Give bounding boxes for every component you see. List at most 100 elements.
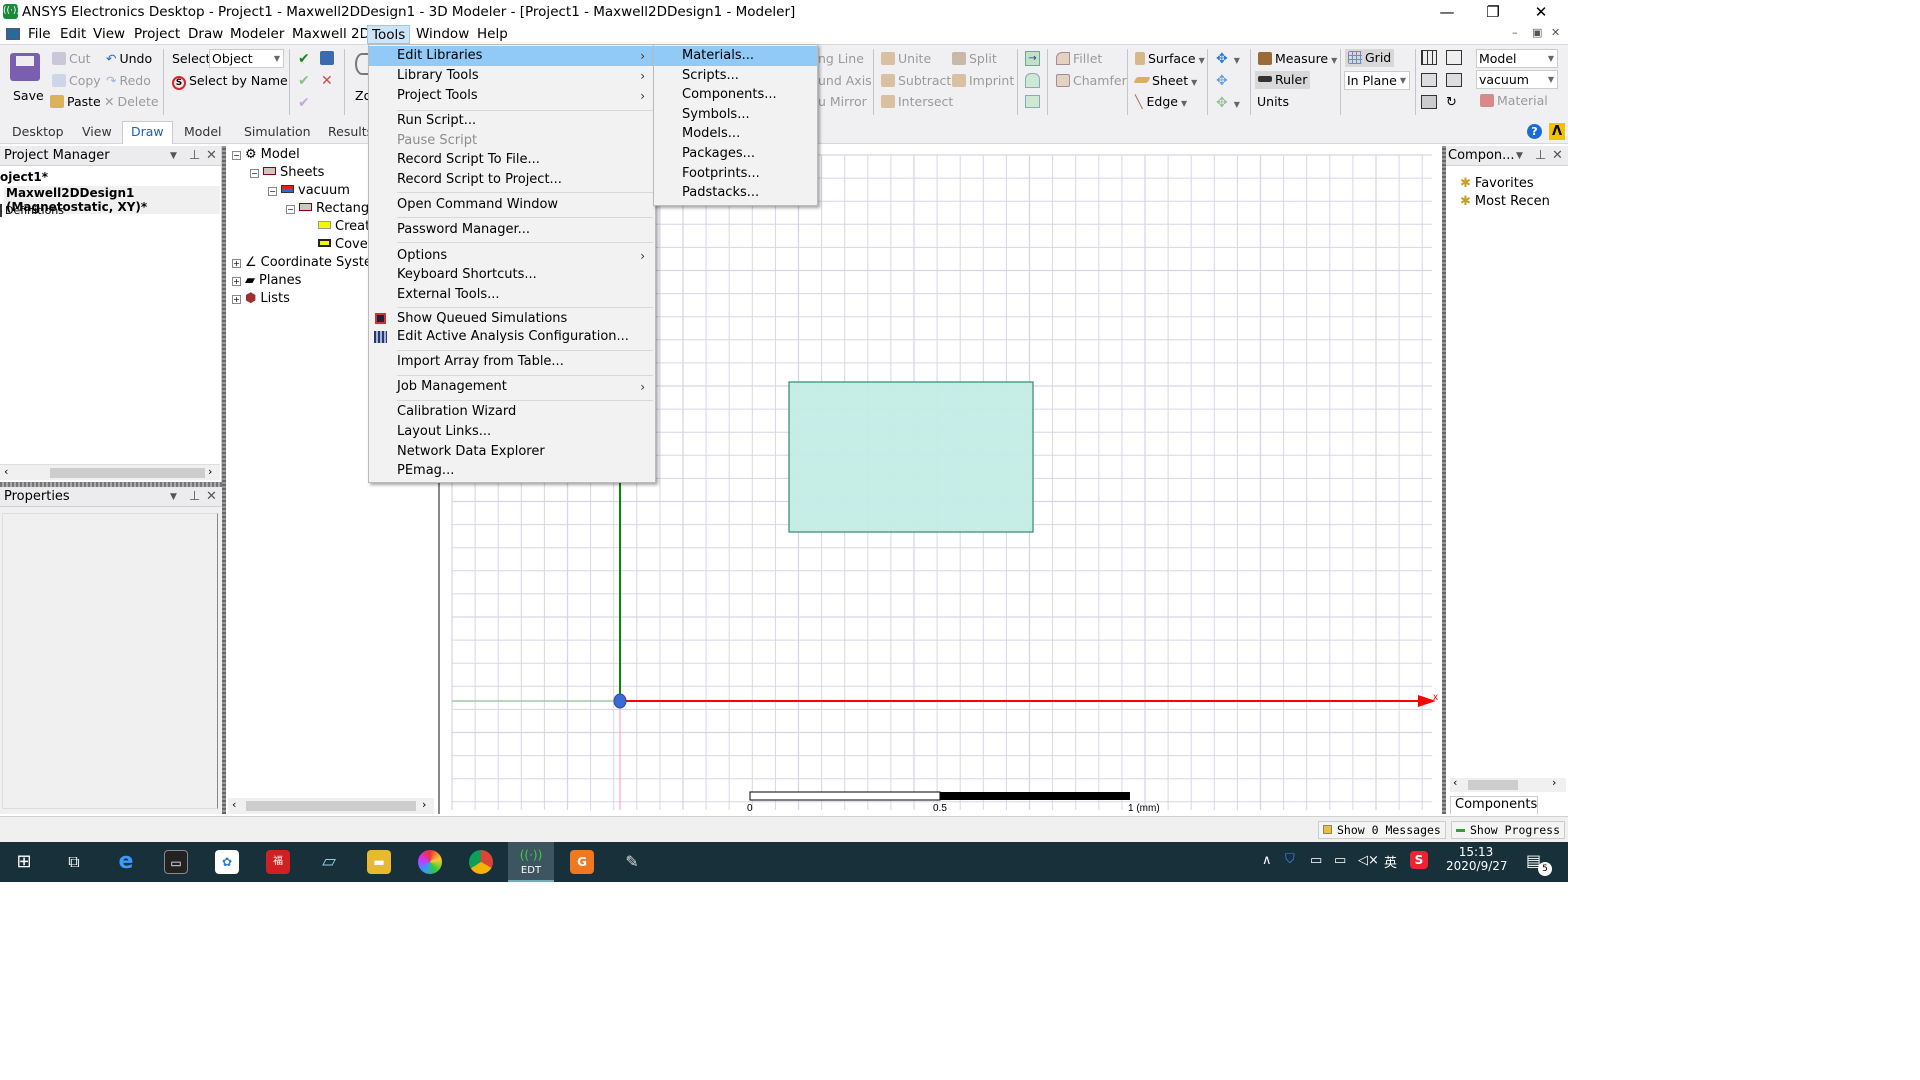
- menu-item-pemag[interactable]: PEmag...: [369, 461, 655, 481]
- submenu-item-models[interactable]: Models...: [654, 124, 817, 144]
- menu-item-network-data-explorer[interactable]: Network Data Explorer: [369, 442, 655, 462]
- submenu-item-scripts[interactable]: Scripts...: [654, 66, 817, 86]
- collapse-icon[interactable]: −: [250, 169, 259, 178]
- ansys-edt-taskbar-icon[interactable]: ((·)) EDT: [508, 842, 554, 882]
- ruler-button[interactable]: Ruler: [1255, 71, 1311, 89]
- chrome-icon[interactable]: [469, 850, 493, 874]
- subtract-button[interactable]: Subtract: [881, 72, 951, 90]
- minimize-button[interactable]: —: [1424, 0, 1470, 24]
- tab-model[interactable]: Model: [176, 123, 230, 141]
- face-cs-icon[interactable]: ✥: [1216, 73, 1228, 89]
- components-scrollbar[interactable]: ‹ ›: [1450, 776, 1566, 792]
- menu-file[interactable]: File: [24, 25, 55, 44]
- menu-edit[interactable]: Edit: [56, 25, 90, 44]
- tray-expand-icon[interactable]: ∧: [1262, 853, 1272, 868]
- horizontal-scrollbar[interactable]: ‹ ›: [0, 464, 220, 480]
- menu-item-password-manager[interactable]: Password Manager...: [369, 220, 655, 240]
- redo-button[interactable]: ↷ Redo: [106, 72, 151, 90]
- collapse-icon[interactable]: −: [286, 205, 295, 214]
- expand-icon[interactable]: +: [232, 259, 241, 268]
- panel-menu-icon[interactable]: ▼: [1516, 146, 1523, 166]
- edge-dropdown[interactable]: ╲ Edge ▼: [1135, 93, 1187, 113]
- show-progress-button[interactable]: Show Progress: [1451, 821, 1566, 839]
- intersect-button[interactable]: Intersect: [881, 93, 953, 111]
- copy-button[interactable]: Copy: [52, 72, 101, 90]
- collapse-icon[interactable]: −: [268, 187, 277, 196]
- panel-menu-icon[interactable]: ▼: [170, 146, 177, 166]
- pdf-reader-icon[interactable]: 福: [266, 850, 290, 874]
- app-icon[interactable]: ✿: [215, 850, 239, 874]
- tree-node-create[interactable]: Creat: [318, 218, 370, 236]
- battery-icon[interactable]: ▭: [1310, 853, 1322, 868]
- pin-icon[interactable]: ⊥: [189, 146, 200, 166]
- surface-dropdown[interactable]: Surface ▼: [1135, 50, 1205, 70]
- mdi-restore-button[interactable]: ▣: [1532, 26, 1542, 39]
- menu-item-layout-links[interactable]: Layout Links...: [369, 422, 655, 442]
- sogou-ime-icon[interactable]: S: [1410, 851, 1428, 869]
- view-box-icon[interactable]: [1446, 50, 1462, 65]
- submenu-item-materials[interactable]: Materials...: [654, 46, 817, 66]
- imprint-button[interactable]: Imprint: [952, 72, 1014, 90]
- view-grid-icon[interactable]: [1421, 50, 1437, 65]
- thru-mirror-button[interactable]: u Mirror: [818, 93, 867, 111]
- show-selected-icon[interactable]: [320, 51, 334, 65]
- menu-item-run-script[interactable]: Run Script...: [369, 111, 655, 131]
- clock[interactable]: 15:13 2020/9/27: [1446, 845, 1508, 873]
- select-mode-dropdown[interactable]: Object ▼: [209, 49, 284, 68]
- object-cs-icon[interactable]: ✥ ▼: [1216, 95, 1240, 111]
- tree-horizontal-scrollbar[interactable]: ‹ ›: [228, 798, 434, 814]
- show-all-icon[interactable]: ✔: [298, 51, 312, 67]
- tab-draw[interactable]: Draw: [122, 121, 173, 144]
- sweep-along-vector-icon[interactable]: →: [1025, 51, 1040, 66]
- split-button[interactable]: Split: [952, 50, 997, 68]
- edge-browser-icon[interactable]: e: [114, 850, 138, 874]
- tree-node-sheets[interactable]: − Sheets: [250, 164, 324, 182]
- select-by-name-button[interactable]: S Select by Name: [172, 72, 288, 90]
- submenu-item-padstacks[interactable]: Padstacks...: [654, 183, 817, 203]
- delete-button[interactable]: ✕ Delete: [104, 93, 159, 111]
- tab-desktop[interactable]: Desktop: [4, 123, 72, 141]
- help-icon[interactable]: ?: [1527, 124, 1542, 139]
- mdi-close-button[interactable]: ✕: [1551, 26, 1560, 39]
- collapse-icon[interactable]: −: [232, 151, 241, 160]
- task-view-icon[interactable]: ⧉: [62, 850, 86, 874]
- show-messages-button[interactable]: Show 0 Messages: [1318, 821, 1446, 839]
- view-top-icon[interactable]: [1421, 95, 1437, 109]
- material-button[interactable]: Material: [1480, 92, 1548, 110]
- menu-item-job-management[interactable]: Job Management ›: [369, 377, 655, 397]
- rotate-view-icon[interactable]: ↻: [1446, 95, 1457, 110]
- menu-item-record-script-to-project[interactable]: Record Script to Project...: [369, 170, 655, 190]
- menu-window[interactable]: Window: [412, 25, 473, 44]
- fillet-button[interactable]: Fillet: [1056, 50, 1102, 68]
- pdf-editor-icon[interactable]: G: [570, 850, 594, 874]
- menu-item-record-script-to-file[interactable]: Record Script To File...: [369, 150, 655, 170]
- tree-node-model[interactable]: − ⚙ Model: [232, 146, 300, 164]
- menu-item-show-queued-simulations[interactable]: Show Queued Simulations: [369, 309, 655, 329]
- sweep-along-path-icon[interactable]: [1025, 95, 1040, 108]
- close-panel-icon[interactable]: ✕: [206, 487, 217, 507]
- close-panel-icon[interactable]: ✕: [1552, 146, 1563, 166]
- model-dropdown[interactable]: Model ▼: [1476, 49, 1558, 68]
- grid-button[interactable]: Grid: [1345, 49, 1395, 67]
- ime-indicator[interactable]: 英: [1384, 852, 1397, 871]
- paint-icon[interactable]: ✎: [620, 850, 644, 874]
- menu-item-import-array-from-table[interactable]: Import Array from Table...: [369, 352, 655, 372]
- along-line-button[interactable]: ng Line: [818, 50, 864, 68]
- project-node[interactable]: oject1*: [0, 170, 48, 184]
- menu-tools[interactable]: Tools: [367, 25, 411, 44]
- submenu-item-packages[interactable]: Packages...: [654, 144, 817, 164]
- view-side-icon[interactable]: [1446, 73, 1462, 87]
- menu-project[interactable]: Project: [130, 25, 184, 44]
- around-axis-button[interactable]: und Axis: [818, 72, 872, 90]
- windows-start-icon[interactable]: ⊞: [12, 850, 36, 874]
- menu-item-keyboard-shortcuts[interactable]: Keyboard Shortcuts...: [369, 265, 655, 285]
- menu-item-edit-libraries[interactable]: Edit Libraries ›: [369, 46, 655, 66]
- grid-plane-dropdown[interactable]: In Plane ▼: [1344, 71, 1410, 90]
- tab-simulation[interactable]: Simulation: [236, 123, 319, 141]
- undo-button[interactable]: ↶ Undo: [106, 50, 152, 68]
- network-icon[interactable]: ▭: [1334, 853, 1346, 868]
- menu-draw[interactable]: Draw: [184, 25, 227, 44]
- close-button[interactable]: ✕: [1518, 0, 1564, 24]
- file-explorer-icon[interactable]: ▬: [367, 850, 391, 874]
- security-shield-icon[interactable]: ⛉: [1285, 852, 1295, 867]
